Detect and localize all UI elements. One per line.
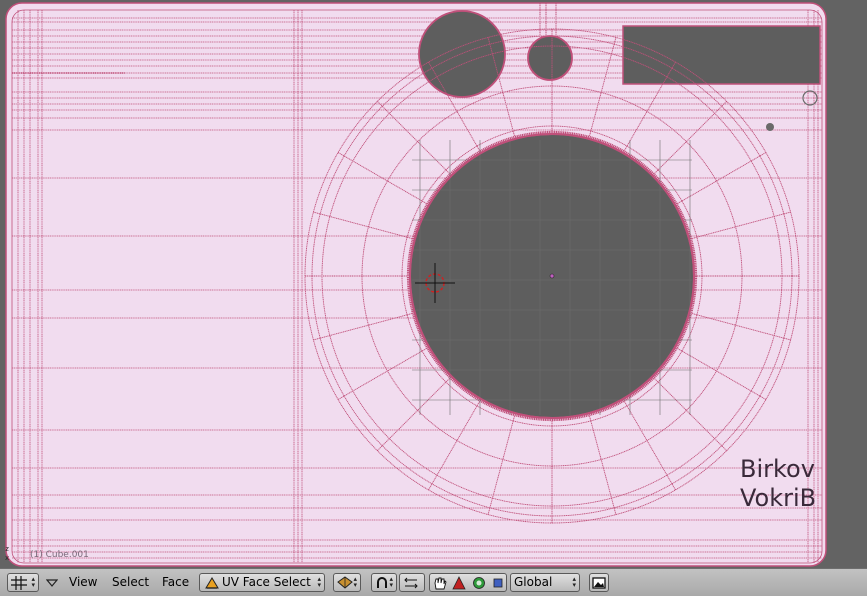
mode-label: UV Face Select [222, 575, 311, 589]
mode-select-dropdown[interactable]: UV Face Select ▴ ▾ [199, 573, 325, 592]
hand-icon[interactable] [432, 576, 448, 590]
watermark-line-2: VokriB [740, 484, 817, 512]
pivot-dropdown[interactable]: ▴ ▾ [371, 573, 397, 592]
viewfinder-window-cutout [622, 25, 821, 85]
screw-marker-2 [766, 123, 774, 131]
select-menu[interactable]: Select [112, 575, 149, 589]
updown-arrows-icon: ▴ ▾ [31, 575, 35, 589]
orientation-dropdown[interactable]: Global ▴ ▾ [510, 573, 580, 592]
small-button-cutout [527, 35, 573, 81]
collapse-menu-triangle-icon[interactable] [46, 578, 58, 588]
3d-viewport[interactable]: Birkov VokriB z x (1) Cube.001 [0, 0, 867, 568]
draw-type-dropdown[interactable]: ▴ ▾ [333, 573, 361, 592]
axis-z-label: z [5, 545, 10, 553]
object-name-label: (1) Cube.001 [30, 550, 89, 560]
solid-cube-icon [337, 576, 353, 589]
view-menu[interactable]: View [69, 575, 97, 589]
grid-icon [11, 576, 27, 590]
render-preview-button[interactable] [589, 573, 609, 592]
updown-arrows-icon: ▴ ▾ [389, 575, 393, 589]
watermark-line-1: Birkov [740, 455, 815, 483]
updown-arrows-icon: ▴ ▾ [572, 575, 576, 589]
watermark-text: Birkov VokriB [740, 455, 816, 513]
layer-square-icon[interactable] [492, 576, 504, 590]
updown-arrows-icon: ▴ ▾ [317, 575, 321, 589]
editor-type-button[interactable]: ▴ ▾ [7, 573, 39, 592]
axis-x-label: x [5, 554, 10, 562]
face-menu[interactable]: Face [162, 575, 189, 589]
proportional-edit-button[interactable] [399, 573, 425, 592]
pivot-icon [377, 577, 387, 588]
orientation-label: Global [514, 575, 553, 589]
mesh-wireframe [5, 2, 827, 567]
uv-face-icon [205, 577, 219, 589]
image-icon [592, 577, 606, 589]
scale-manipulator-icon[interactable] [472, 576, 486, 590]
updown-arrows-icon: ▴ ▾ [353, 575, 357, 589]
transform-manipulator-group [429, 573, 507, 592]
arrows-horizontal-icon [404, 577, 418, 589]
rotate-manipulator-icon[interactable] [452, 576, 466, 590]
viewport-header: ▴ ▾ View Select Face UV Face Select ▴ ▾ ▴ ▾… [0, 568, 867, 596]
object-origin-dot [549, 273, 555, 279]
